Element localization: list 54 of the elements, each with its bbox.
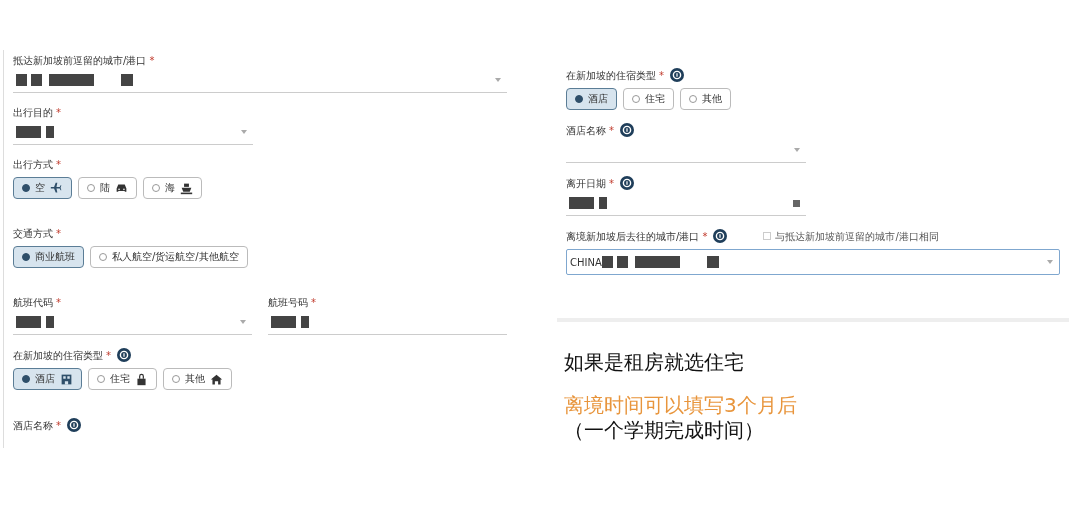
field-label: 酒店名称 [566,123,606,137]
radio-option[interactable]: 其他 [680,88,731,110]
field-label: 出行目的 [13,106,53,119]
required-mark: * [149,54,155,67]
radio-option[interactable]: 商业航班 [13,246,84,268]
radio-option[interactable]: 海 [143,177,202,199]
required-mark: * [56,418,61,432]
plane-icon [50,181,63,195]
field-label: 航班号码 [268,296,308,309]
calendar-icon [793,198,800,207]
required-mark: * [609,123,614,137]
caret-icon [794,147,800,152]
radio-option[interactable]: 空 [13,177,72,199]
required-mark: * [56,158,61,171]
required-mark: * [659,68,664,82]
field-label: 出行方式 [13,158,53,171]
radio-option[interactable]: 住宅 [623,88,674,110]
radio-option[interactable]: 陆 [78,177,137,199]
field-label: 在新加坡的住宿类型 [566,68,656,82]
car-icon [115,181,128,195]
caret-icon [240,319,246,324]
select-field[interactable]: CHINA [566,249,1060,275]
required-mark: * [609,176,614,190]
field-label: 抵达新加坡前逗留的城市/港口 [13,54,147,67]
required-mark: * [56,296,61,309]
caret-icon [1047,260,1053,264]
field-label: 离境新加坡后去往的城市/港口 [566,229,700,243]
required-mark: * [56,227,61,240]
required-mark: * [702,229,708,243]
field-value: CHINA [570,255,602,270]
radio-option[interactable]: 其他 [163,368,232,390]
caret-icon [241,129,247,134]
hotel-icon [60,372,73,386]
field-label: 交通方式 [13,227,53,240]
annotation-text: （一个学期完成时间） [564,418,765,443]
radio-option[interactable]: 私人航空/货运航空/其他航空 [90,246,248,268]
annotation-text: 如果是租房就选住宅 [564,350,745,375]
house-icon [210,372,223,386]
ship-icon [180,181,193,195]
lock-icon [135,372,148,386]
checkbox-label: 与抵达新加坡前逗留的城市/港口相同 [775,229,939,243]
required-mark: * [311,296,316,309]
field-label: 在新加坡的住宿类型 [13,348,103,362]
radio-option[interactable]: 住宅 [88,368,157,390]
field-label: 航班代码 [13,296,53,309]
annotation-text: 离境时间可以填写3个月后 [564,393,797,418]
checkbox[interactable] [763,232,772,240]
field-label: 酒店名称 [13,418,53,432]
caret-icon [495,77,501,82]
required-mark: * [106,348,111,362]
radio-option[interactable]: 酒店 [13,368,82,390]
required-mark: * [56,106,61,119]
field-label: 离开日期 [566,176,606,190]
radio-option[interactable]: 酒店 [566,88,617,110]
